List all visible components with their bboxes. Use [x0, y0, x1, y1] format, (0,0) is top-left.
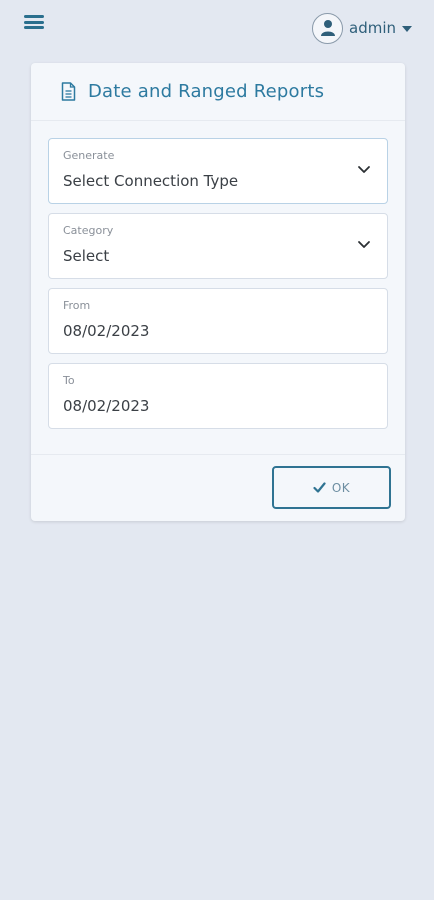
- chevron-down-icon: [358, 166, 370, 173]
- report-card: Date and Ranged Reports Generate Select …: [31, 63, 405, 521]
- from-date-field[interactable]: From 08/02/2023: [48, 288, 388, 354]
- from-value: 08/02/2023: [63, 322, 150, 340]
- document-icon: [61, 82, 76, 101]
- category-value: Select: [63, 247, 110, 265]
- menu-icon[interactable]: [24, 12, 44, 32]
- to-date-field[interactable]: To 08/02/2023: [48, 363, 388, 429]
- card-header: Date and Ranged Reports: [31, 63, 405, 121]
- category-label: Category: [63, 224, 114, 237]
- check-icon: [313, 482, 326, 493]
- generate-select[interactable]: Generate Select Connection Type: [48, 138, 388, 204]
- generate-label: Generate: [63, 149, 115, 162]
- to-label: To: [63, 374, 75, 387]
- form-body: Generate Select Connection Type Category…: [31, 121, 405, 429]
- caret-down-icon: [402, 26, 412, 32]
- ok-button[interactable]: OK: [272, 466, 391, 509]
- from-label: From: [63, 299, 91, 312]
- page-title: Date and Ranged Reports: [88, 81, 325, 102]
- top-bar: admin: [0, 0, 434, 56]
- to-value: 08/02/2023: [63, 397, 150, 415]
- ok-label: OK: [331, 480, 351, 495]
- user-name: admin: [349, 19, 396, 37]
- card-footer: OK: [31, 454, 405, 521]
- user-avatar-icon: [312, 12, 343, 44]
- category-select[interactable]: Category Select: [48, 213, 388, 279]
- chevron-down-icon: [358, 241, 370, 248]
- user-menu[interactable]: admin: [312, 12, 412, 44]
- generate-value: Select Connection Type: [63, 172, 239, 190]
